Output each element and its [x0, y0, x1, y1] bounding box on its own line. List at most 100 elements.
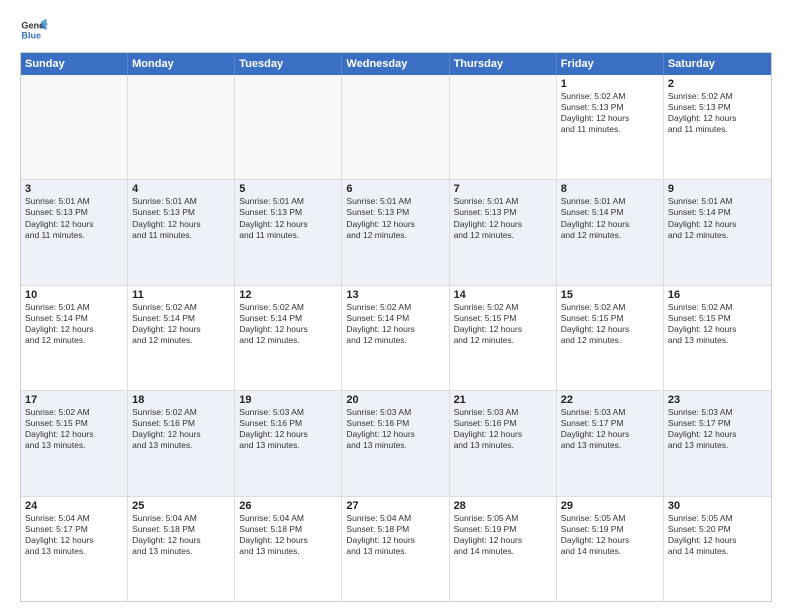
- day-number: 22: [561, 394, 659, 406]
- weekday-header: Sunday: [21, 53, 128, 75]
- calendar-cell: 12Sunrise: 5:02 AM Sunset: 5:14 PM Dayli…: [235, 286, 342, 390]
- cell-info: Sunrise: 5:01 AM Sunset: 5:14 PM Dayligh…: [668, 196, 767, 240]
- day-number: 11: [132, 289, 230, 301]
- day-number: 20: [346, 394, 444, 406]
- calendar-cell: 28Sunrise: 5:05 AM Sunset: 5:19 PM Dayli…: [450, 497, 557, 601]
- cell-info: Sunrise: 5:03 AM Sunset: 5:16 PM Dayligh…: [346, 407, 444, 451]
- day-number: 16: [668, 289, 767, 301]
- header: General Blue: [20, 16, 772, 44]
- day-number: 12: [239, 289, 337, 301]
- calendar-cell: 5Sunrise: 5:01 AM Sunset: 5:13 PM Daylig…: [235, 180, 342, 284]
- calendar-cell: 11Sunrise: 5:02 AM Sunset: 5:14 PM Dayli…: [128, 286, 235, 390]
- day-number: 18: [132, 394, 230, 406]
- calendar-cell: 10Sunrise: 5:01 AM Sunset: 5:14 PM Dayli…: [21, 286, 128, 390]
- cell-info: Sunrise: 5:01 AM Sunset: 5:13 PM Dayligh…: [25, 196, 123, 240]
- calendar-cell: 8Sunrise: 5:01 AM Sunset: 5:14 PM Daylig…: [557, 180, 664, 284]
- calendar-cell: 3Sunrise: 5:01 AM Sunset: 5:13 PM Daylig…: [21, 180, 128, 284]
- calendar-cell: 13Sunrise: 5:02 AM Sunset: 5:14 PM Dayli…: [342, 286, 449, 390]
- calendar-cell: 6Sunrise: 5:01 AM Sunset: 5:13 PM Daylig…: [342, 180, 449, 284]
- cell-info: Sunrise: 5:01 AM Sunset: 5:13 PM Dayligh…: [454, 196, 552, 240]
- calendar-header: SundayMondayTuesdayWednesdayThursdayFrid…: [21, 53, 771, 75]
- cell-info: Sunrise: 5:03 AM Sunset: 5:17 PM Dayligh…: [668, 407, 767, 451]
- calendar-cell: 29Sunrise: 5:05 AM Sunset: 5:19 PM Dayli…: [557, 497, 664, 601]
- calendar-cell: 23Sunrise: 5:03 AM Sunset: 5:17 PM Dayli…: [664, 391, 771, 495]
- weekday-header: Wednesday: [342, 53, 449, 75]
- calendar-cell: [235, 75, 342, 179]
- svg-text:Blue: Blue: [21, 30, 41, 40]
- cell-info: Sunrise: 5:05 AM Sunset: 5:20 PM Dayligh…: [668, 513, 767, 557]
- calendar-cell: [128, 75, 235, 179]
- calendar-cell: [450, 75, 557, 179]
- weekday-header: Tuesday: [235, 53, 342, 75]
- cell-info: Sunrise: 5:01 AM Sunset: 5:13 PM Dayligh…: [239, 196, 337, 240]
- calendar-row: 1Sunrise: 5:02 AM Sunset: 5:13 PM Daylig…: [21, 75, 771, 180]
- calendar-cell: 1Sunrise: 5:02 AM Sunset: 5:13 PM Daylig…: [557, 75, 664, 179]
- weekday-header: Saturday: [664, 53, 771, 75]
- day-number: 29: [561, 500, 659, 512]
- logo-icon: General Blue: [20, 16, 48, 44]
- day-number: 13: [346, 289, 444, 301]
- day-number: 6: [346, 183, 444, 195]
- calendar-cell: 25Sunrise: 5:04 AM Sunset: 5:18 PM Dayli…: [128, 497, 235, 601]
- cell-info: Sunrise: 5:04 AM Sunset: 5:18 PM Dayligh…: [132, 513, 230, 557]
- calendar-cell: [342, 75, 449, 179]
- calendar-cell: 16Sunrise: 5:02 AM Sunset: 5:15 PM Dayli…: [664, 286, 771, 390]
- day-number: 4: [132, 183, 230, 195]
- day-number: 14: [454, 289, 552, 301]
- calendar-cell: 21Sunrise: 5:03 AM Sunset: 5:16 PM Dayli…: [450, 391, 557, 495]
- calendar-cell: 7Sunrise: 5:01 AM Sunset: 5:13 PM Daylig…: [450, 180, 557, 284]
- day-number: 8: [561, 183, 659, 195]
- calendar-cell: 22Sunrise: 5:03 AM Sunset: 5:17 PM Dayli…: [557, 391, 664, 495]
- cell-info: Sunrise: 5:04 AM Sunset: 5:18 PM Dayligh…: [239, 513, 337, 557]
- cell-info: Sunrise: 5:02 AM Sunset: 5:15 PM Dayligh…: [454, 302, 552, 346]
- calendar-row: 10Sunrise: 5:01 AM Sunset: 5:14 PM Dayli…: [21, 286, 771, 391]
- cell-info: Sunrise: 5:02 AM Sunset: 5:15 PM Dayligh…: [668, 302, 767, 346]
- day-number: 10: [25, 289, 123, 301]
- day-number: 27: [346, 500, 444, 512]
- weekday-header: Friday: [557, 53, 664, 75]
- day-number: 2: [668, 78, 767, 90]
- cell-info: Sunrise: 5:02 AM Sunset: 5:14 PM Dayligh…: [239, 302, 337, 346]
- cell-info: Sunrise: 5:01 AM Sunset: 5:13 PM Dayligh…: [132, 196, 230, 240]
- cell-info: Sunrise: 5:05 AM Sunset: 5:19 PM Dayligh…: [561, 513, 659, 557]
- day-number: 21: [454, 394, 552, 406]
- calendar-cell: 27Sunrise: 5:04 AM Sunset: 5:18 PM Dayli…: [342, 497, 449, 601]
- cell-info: Sunrise: 5:04 AM Sunset: 5:17 PM Dayligh…: [25, 513, 123, 557]
- day-number: 23: [668, 394, 767, 406]
- calendar-row: 17Sunrise: 5:02 AM Sunset: 5:15 PM Dayli…: [21, 391, 771, 496]
- calendar-cell: 9Sunrise: 5:01 AM Sunset: 5:14 PM Daylig…: [664, 180, 771, 284]
- calendar-cell: 20Sunrise: 5:03 AM Sunset: 5:16 PM Dayli…: [342, 391, 449, 495]
- day-number: 9: [668, 183, 767, 195]
- calendar-cell: 17Sunrise: 5:02 AM Sunset: 5:15 PM Dayli…: [21, 391, 128, 495]
- cell-info: Sunrise: 5:02 AM Sunset: 5:14 PM Dayligh…: [132, 302, 230, 346]
- weekday-header: Thursday: [450, 53, 557, 75]
- day-number: 25: [132, 500, 230, 512]
- day-number: 26: [239, 500, 337, 512]
- day-number: 19: [239, 394, 337, 406]
- cell-info: Sunrise: 5:04 AM Sunset: 5:18 PM Dayligh…: [346, 513, 444, 557]
- cell-info: Sunrise: 5:02 AM Sunset: 5:14 PM Dayligh…: [346, 302, 444, 346]
- cell-info: Sunrise: 5:03 AM Sunset: 5:16 PM Dayligh…: [454, 407, 552, 451]
- day-number: 24: [25, 500, 123, 512]
- calendar-body: 1Sunrise: 5:02 AM Sunset: 5:13 PM Daylig…: [21, 75, 771, 601]
- day-number: 17: [25, 394, 123, 406]
- day-number: 1: [561, 78, 659, 90]
- cell-info: Sunrise: 5:03 AM Sunset: 5:16 PM Dayligh…: [239, 407, 337, 451]
- cell-info: Sunrise: 5:03 AM Sunset: 5:17 PM Dayligh…: [561, 407, 659, 451]
- calendar-cell: 2Sunrise: 5:02 AM Sunset: 5:13 PM Daylig…: [664, 75, 771, 179]
- calendar-cell: 14Sunrise: 5:02 AM Sunset: 5:15 PM Dayli…: [450, 286, 557, 390]
- cell-info: Sunrise: 5:01 AM Sunset: 5:14 PM Dayligh…: [561, 196, 659, 240]
- calendar-row: 24Sunrise: 5:04 AM Sunset: 5:17 PM Dayli…: [21, 497, 771, 601]
- cell-info: Sunrise: 5:01 AM Sunset: 5:13 PM Dayligh…: [346, 196, 444, 240]
- cell-info: Sunrise: 5:02 AM Sunset: 5:13 PM Dayligh…: [561, 91, 659, 135]
- cell-info: Sunrise: 5:02 AM Sunset: 5:15 PM Dayligh…: [561, 302, 659, 346]
- calendar-row: 3Sunrise: 5:01 AM Sunset: 5:13 PM Daylig…: [21, 180, 771, 285]
- cell-info: Sunrise: 5:01 AM Sunset: 5:14 PM Dayligh…: [25, 302, 123, 346]
- cell-info: Sunrise: 5:02 AM Sunset: 5:15 PM Dayligh…: [25, 407, 123, 451]
- calendar: SundayMondayTuesdayWednesdayThursdayFrid…: [20, 52, 772, 602]
- day-number: 28: [454, 500, 552, 512]
- weekday-header: Monday: [128, 53, 235, 75]
- calendar-cell: 19Sunrise: 5:03 AM Sunset: 5:16 PM Dayli…: [235, 391, 342, 495]
- cell-info: Sunrise: 5:02 AM Sunset: 5:13 PM Dayligh…: [668, 91, 767, 135]
- day-number: 5: [239, 183, 337, 195]
